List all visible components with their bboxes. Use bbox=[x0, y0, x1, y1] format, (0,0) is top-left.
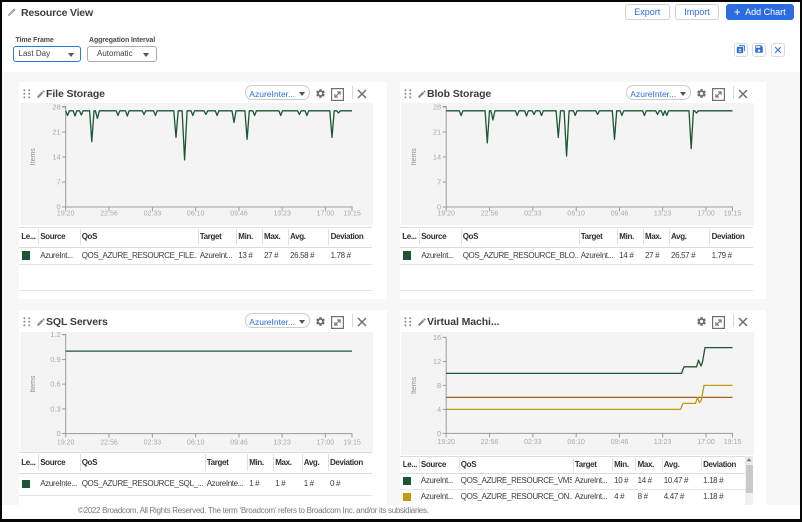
svg-text:1.2: 1.2 bbox=[50, 332, 60, 339]
svg-text:Items: Items bbox=[30, 148, 37, 166]
svg-text:02:33: 02:33 bbox=[144, 439, 162, 446]
svg-text:19:15: 19:15 bbox=[343, 439, 361, 446]
svg-text:22:56: 22:56 bbox=[100, 211, 118, 218]
svg-text:21: 21 bbox=[52, 128, 60, 137]
svg-text:13:23: 13:23 bbox=[654, 439, 672, 446]
svg-text:06:10: 06:10 bbox=[567, 439, 585, 446]
svg-text:Items: Items bbox=[30, 375, 37, 393]
svg-text:09:46: 09:46 bbox=[611, 211, 629, 218]
svg-text:17:00: 17:00 bbox=[317, 211, 335, 218]
svg-text:13:23: 13:23 bbox=[273, 439, 291, 446]
svg-text:0.9: 0.9 bbox=[50, 355, 60, 364]
svg-text:19:15: 19:15 bbox=[724, 439, 742, 446]
svg-text:22:56: 22:56 bbox=[481, 211, 499, 218]
svg-text:17:00: 17:00 bbox=[697, 439, 715, 446]
svg-text:0.6: 0.6 bbox=[50, 380, 60, 389]
svg-text:19:15: 19:15 bbox=[343, 211, 361, 218]
svg-text:22:56: 22:56 bbox=[481, 439, 499, 446]
svg-text:4: 4 bbox=[437, 405, 441, 414]
svg-text:22:56: 22:56 bbox=[100, 439, 118, 446]
svg-text:Items: Items bbox=[411, 376, 418, 394]
svg-text:28: 28 bbox=[433, 103, 441, 112]
svg-text:09:46: 09:46 bbox=[230, 211, 248, 218]
svg-text:28: 28 bbox=[52, 103, 60, 112]
svg-text:19:20: 19:20 bbox=[437, 211, 455, 218]
svg-text:19:20: 19:20 bbox=[437, 439, 455, 446]
svg-text:02:33: 02:33 bbox=[524, 439, 542, 446]
svg-text:13:23: 13:23 bbox=[654, 211, 672, 218]
svg-text:12: 12 bbox=[433, 357, 441, 366]
svg-text:14: 14 bbox=[433, 153, 441, 162]
svg-text:06:10: 06:10 bbox=[187, 211, 205, 218]
svg-text:02:33: 02:33 bbox=[524, 211, 542, 218]
svg-text:09:46: 09:46 bbox=[611, 439, 629, 446]
svg-text:06:10: 06:10 bbox=[567, 211, 585, 218]
svg-text:17:00: 17:00 bbox=[317, 439, 335, 446]
svg-text:14: 14 bbox=[52, 153, 60, 162]
svg-text:02:33: 02:33 bbox=[144, 211, 162, 218]
svg-text:06:10: 06:10 bbox=[187, 439, 205, 446]
svg-text:16: 16 bbox=[433, 333, 441, 342]
svg-text:7: 7 bbox=[57, 178, 61, 187]
svg-text:09:46: 09:46 bbox=[230, 439, 248, 446]
svg-text:0.3: 0.3 bbox=[50, 404, 60, 413]
svg-text:17:00: 17:00 bbox=[697, 211, 715, 218]
svg-text:21: 21 bbox=[433, 128, 441, 137]
svg-text:Items: Items bbox=[411, 148, 418, 166]
svg-text:19:15: 19:15 bbox=[724, 211, 742, 218]
svg-text:0: 0 bbox=[57, 429, 61, 438]
svg-text:13:23: 13:23 bbox=[273, 211, 291, 218]
svg-text:0: 0 bbox=[437, 429, 441, 438]
svg-text:8: 8 bbox=[437, 381, 441, 390]
svg-text:7: 7 bbox=[437, 178, 441, 187]
svg-text:19:20: 19:20 bbox=[57, 211, 75, 218]
svg-text:19:20: 19:20 bbox=[57, 439, 75, 446]
